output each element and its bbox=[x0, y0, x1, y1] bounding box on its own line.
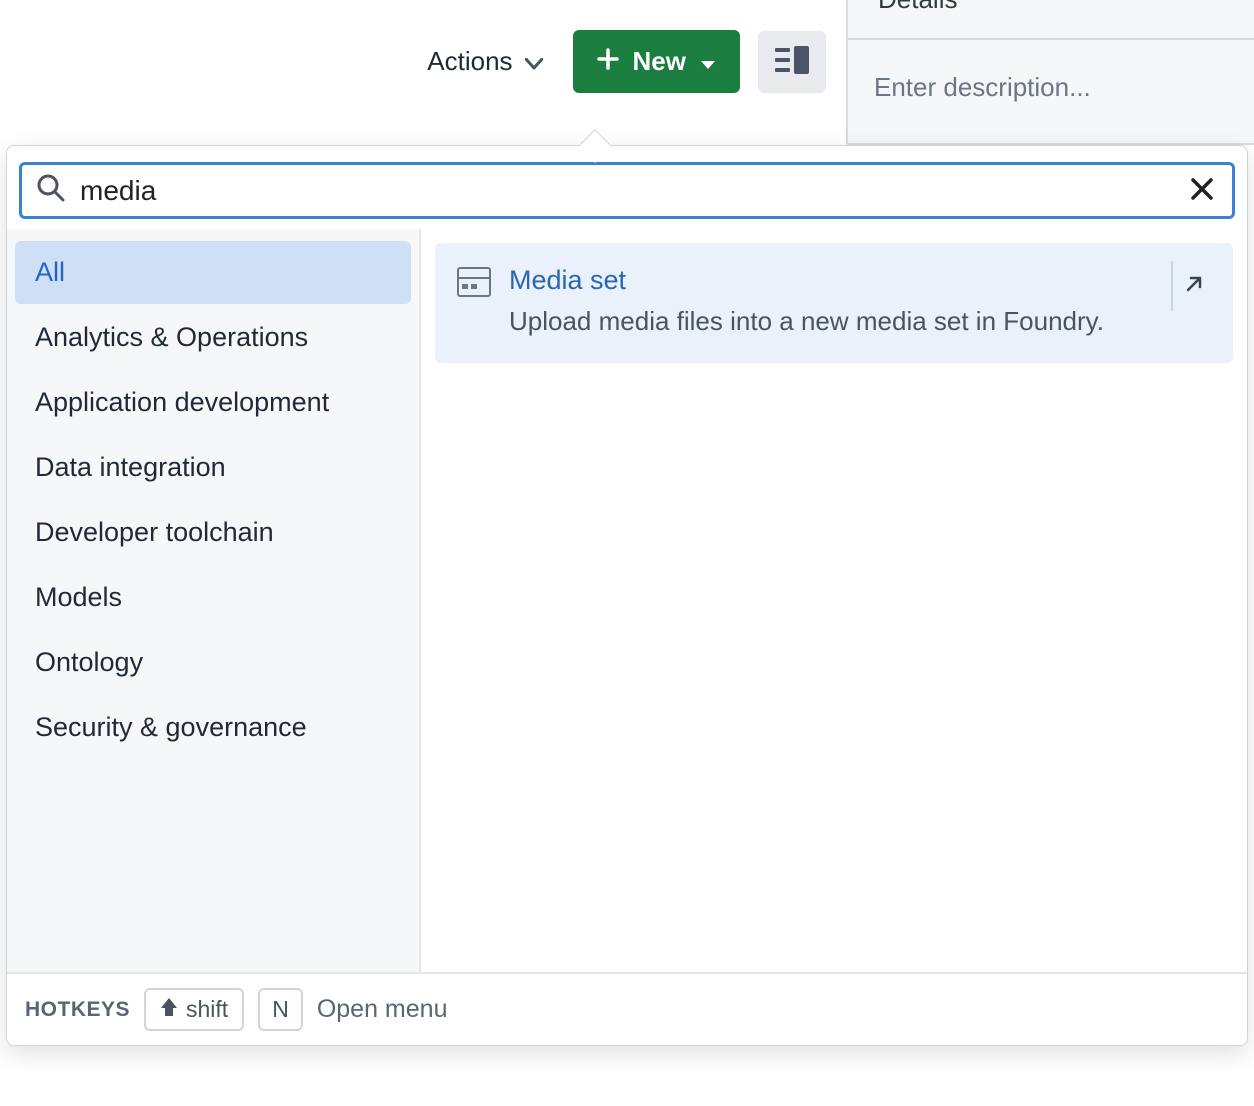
result-title: Media set bbox=[509, 265, 1211, 296]
category-sidebar: All Analytics & Operations Application d… bbox=[7, 229, 421, 972]
plus-icon bbox=[597, 46, 619, 77]
result-media-set[interactable]: Media set Upload media files into a new … bbox=[435, 243, 1233, 363]
category-item-analytics[interactable]: Analytics & Operations bbox=[15, 306, 411, 369]
category-item-security[interactable]: Security & governance bbox=[15, 696, 411, 759]
shift-key-chip: shift bbox=[144, 988, 244, 1031]
category-item-data-integration[interactable]: Data integration bbox=[15, 436, 411, 499]
category-item-ontology[interactable]: Ontology bbox=[15, 631, 411, 694]
new-button[interactable]: New bbox=[573, 30, 740, 93]
open-menu-label: Open menu bbox=[317, 995, 448, 1024]
popover-body: All Analytics & Operations Application d… bbox=[7, 229, 1247, 972]
actions-label: Actions bbox=[427, 46, 512, 77]
media-set-icon bbox=[457, 267, 491, 341]
new-label: New bbox=[633, 46, 686, 77]
category-item-dev-toolchain[interactable]: Developer toolchain bbox=[15, 501, 411, 564]
layout-toggle-button[interactable] bbox=[758, 31, 826, 93]
search-icon bbox=[36, 173, 66, 208]
popover-caret bbox=[578, 129, 612, 163]
search-input[interactable] bbox=[80, 175, 1172, 207]
caret-down-icon bbox=[700, 46, 716, 77]
chevron-down-icon bbox=[525, 46, 543, 77]
category-label: Ontology bbox=[35, 647, 143, 677]
open-external-button[interactable] bbox=[1171, 261, 1215, 311]
category-label: Developer toolchain bbox=[35, 517, 274, 547]
category-item-models[interactable]: Models bbox=[15, 566, 411, 629]
hotkeys-label: HOTKEYS bbox=[25, 998, 130, 1022]
arrow-up-right-icon bbox=[1184, 274, 1204, 299]
layout-split-icon bbox=[775, 46, 809, 77]
clear-search-button[interactable] bbox=[1186, 173, 1218, 208]
category-item-all[interactable]: All bbox=[15, 241, 411, 304]
category-label: Application development bbox=[35, 387, 329, 417]
category-item-app-dev[interactable]: Application development bbox=[15, 371, 411, 434]
category-label: Models bbox=[35, 582, 122, 612]
actions-button[interactable]: Actions bbox=[415, 38, 554, 85]
results-column: Media set Upload media files into a new … bbox=[421, 229, 1247, 972]
result-description: Upload media files into a new media set … bbox=[509, 302, 1211, 341]
shift-arrow-icon bbox=[160, 996, 178, 1023]
category-label: Analytics & Operations bbox=[35, 322, 308, 352]
close-icon bbox=[1190, 177, 1214, 204]
top-toolbar: Actions New bbox=[0, 0, 1254, 123]
category-label: Security & governance bbox=[35, 712, 307, 742]
popover-footer: HOTKEYS shift N Open menu bbox=[7, 972, 1247, 1045]
n-key-chip: N bbox=[258, 988, 303, 1031]
category-label: All bbox=[35, 257, 65, 287]
result-text: Media set Upload media files into a new … bbox=[509, 265, 1211, 341]
new-resource-popover: All Analytics & Operations Application d… bbox=[6, 145, 1248, 1046]
category-label: Data integration bbox=[35, 452, 226, 482]
n-key-label: N bbox=[272, 996, 289, 1023]
search-container bbox=[19, 162, 1235, 219]
shift-key-label: shift bbox=[186, 996, 228, 1023]
